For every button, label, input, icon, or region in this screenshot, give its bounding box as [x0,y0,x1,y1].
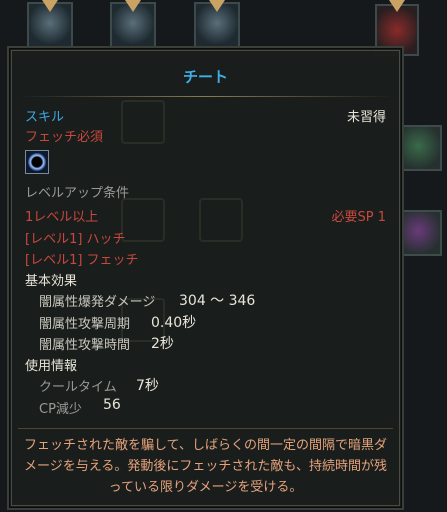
base-effect-header: 基本効果 [25,274,78,289]
dark-ring-icon [25,150,49,174]
effect-value: 0.40秒 [151,315,197,331]
slot-arrow-icon [389,0,405,12]
effect-label: 闇属性攻撃周期 [39,317,131,332]
sp-requirement: 必要SP 1 [331,210,387,225]
ghost-tree-node [121,198,165,242]
requirement-text: フェッチ必須 [25,130,104,145]
effect-value: 2秒 [151,336,174,352]
title-divider [19,96,392,97]
ghost-tree-node [121,100,165,144]
level-requirement: 1レベル以上 [25,210,99,225]
effect-label: 闇属性攻撃時間 [39,338,131,353]
skill-description: フェッチされた敵を騙して、しばらくの間一定の間隔で暗黒ダメージを与える。発動後に… [18,428,393,500]
effect-value: 304 ～ 346 [179,293,256,309]
slot-arrow-icon [125,0,141,12]
slot-arrow-icon [42,0,58,12]
usage-value: 56 [103,397,121,413]
skill-slot-side-1[interactable] [402,125,442,171]
levelup-header: レベルアップ条件 [25,186,130,201]
usage-header: 使用情報 [25,359,78,374]
usage-value: 7秒 [136,378,159,394]
skill-tooltip: チート スキル 未習得 フェッチ必須 レベルアップ条件 1レベル以上 必要SP … [7,46,404,510]
ghost-tree-node [199,198,243,242]
effect-label: 闇属性爆発ダメージ [39,295,156,310]
usage-label: クールタイム [39,380,117,395]
learn-status: 未習得 [346,110,386,125]
prereq-item: [レベル1] ハッチ [25,232,126,247]
skill-slot-side-2[interactable] [402,210,442,256]
slot-arrow-icon [209,0,225,12]
prereq-item: [レベル1] フェッチ [25,253,139,268]
usage-label: CP減少 [39,402,82,417]
skill-category: スキル [25,110,65,125]
skill-name: チート [182,68,228,86]
